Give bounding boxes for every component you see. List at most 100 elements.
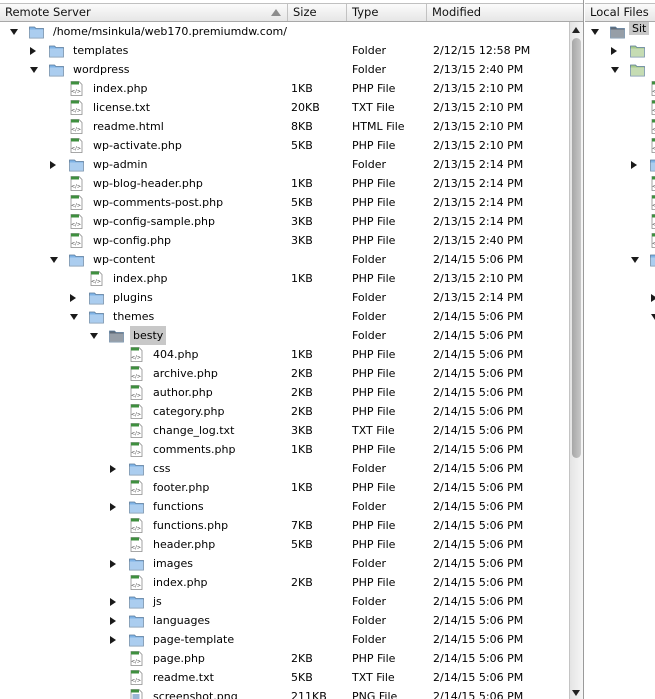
table-row[interactable]: </> 404.php 1KB PHP File 2/14/15 5:06 PM xyxy=(0,345,569,364)
list-item[interactable]: </> xyxy=(585,98,655,117)
list-item[interactable]: </> xyxy=(585,459,655,478)
column-name-header[interactable]: Remote Server xyxy=(0,4,288,21)
list-item[interactable] xyxy=(585,288,655,307)
column-modified-header[interactable]: Modified xyxy=(427,4,583,21)
list-item[interactable]: </> xyxy=(585,326,655,345)
table-row[interactable]: </> category.php 2KB PHP File 2/14/15 5:06 P… xyxy=(0,402,569,421)
disclosure-closed-icon[interactable] xyxy=(651,294,655,302)
list-item[interactable]: </> xyxy=(585,668,655,687)
list-item[interactable]: </> xyxy=(585,478,655,497)
table-row[interactable]: js Folder 2/14/15 5:06 PM xyxy=(0,592,569,611)
list-item[interactable]: </> xyxy=(585,117,655,136)
disclosure-closed-icon[interactable] xyxy=(611,47,617,55)
list-item[interactable]: </> xyxy=(585,231,655,250)
list-item[interactable] xyxy=(585,41,655,60)
table-row[interactable]: </> functions.php 7KB PHP File 2/14/15 5:06 … xyxy=(0,516,569,535)
list-item[interactable]: </> xyxy=(585,402,655,421)
table-row[interactable]: </> header.php 5KB PHP File 2/14/15 5:06 PM xyxy=(0,535,569,554)
disclosure-closed-icon[interactable] xyxy=(110,636,116,644)
table-row[interactable]: </> wp-config.php 3KB PHP File 2/13/15 2:40 … xyxy=(0,231,569,250)
list-item[interactable]: </> xyxy=(585,592,655,611)
table-row[interactable]: </> index.php 1KB PHP File 2/13/15 2:10 PM xyxy=(0,269,569,288)
disclosure-closed-icon[interactable] xyxy=(110,503,116,511)
table-row[interactable]: </> wp-activate.php 5KB PHP File 2/13/15 2:1… xyxy=(0,136,569,155)
table-row[interactable]: </> comments.php 1KB PHP File 2/14/15 5:06 P… xyxy=(0,440,569,459)
list-item[interactable]: </> xyxy=(585,573,655,592)
disclosure-open-icon[interactable] xyxy=(70,314,78,320)
table-row[interactable]: </> page.php 2KB PHP File 2/14/15 5:06 PM xyxy=(0,649,569,668)
disclosure-open-icon[interactable] xyxy=(651,314,655,320)
list-item[interactable]: </> xyxy=(585,687,655,699)
list-item[interactable]: </> xyxy=(585,421,655,440)
table-row[interactable]: images Folder 2/14/15 5:06 PM xyxy=(0,554,569,573)
list-item[interactable]: </> xyxy=(585,649,655,668)
list-item[interactable]: </> xyxy=(585,611,655,630)
column-type-header[interactable]: Type xyxy=(347,4,427,21)
table-row[interactable]: </> index.php 2KB PHP File 2/14/15 5:06 PM xyxy=(0,573,569,592)
table-row[interactable]: functions Folder 2/14/15 5:06 PM xyxy=(0,497,569,516)
table-row[interactable]: templates Folder 2/12/15 12:58 PM xyxy=(0,41,569,60)
table-row[interactable]: </> wp-blog-header.php 1KB PHP File 2/13/15 … xyxy=(0,174,569,193)
table-row[interactable]: /home/msinkula/web170.premiumdw.com/ xyxy=(0,22,569,41)
list-item[interactable]: </> xyxy=(585,136,655,155)
table-row[interactable]: wp-admin Folder 2/13/15 2:14 PM xyxy=(0,155,569,174)
table-row[interactable]: </> readme.html 8KB HTML File 2/13/15 2:10 P… xyxy=(0,117,569,136)
table-row[interactable]: </> wp-config-sample.php 3KB PHP File 2/13/1… xyxy=(0,212,569,231)
list-item[interactable]: </> xyxy=(585,383,655,402)
table-row[interactable]: besty Folder 2/14/15 5:06 PM xyxy=(0,326,569,345)
disclosure-closed-icon[interactable] xyxy=(50,161,56,169)
table-row[interactable]: wordpress Folder 2/13/15 2:40 PM xyxy=(0,60,569,79)
disclosure-open-icon[interactable] xyxy=(631,257,639,263)
disclosure-open-icon[interactable] xyxy=(30,67,38,73)
disclosure-closed-icon[interactable] xyxy=(631,161,637,169)
list-item[interactable] xyxy=(585,307,655,326)
table-row[interactable]: </> wp-comments-post.php 5KB PHP File 2/13/1… xyxy=(0,193,569,212)
table-row[interactable]: wp-content Folder 2/14/15 5:06 PM xyxy=(0,250,569,269)
list-item[interactable]: Sit xyxy=(585,22,655,41)
scrollbar-thumb[interactable] xyxy=(572,38,581,458)
disclosure-open-icon[interactable] xyxy=(591,29,599,35)
list-item[interactable] xyxy=(585,440,655,459)
disclosure-closed-icon[interactable] xyxy=(70,294,76,302)
list-item[interactable] xyxy=(585,155,655,174)
table-row[interactable]: </> author.php 2KB PHP File 2/14/15 5:06 PM xyxy=(0,383,569,402)
list-item[interactable] xyxy=(585,60,655,79)
table-row[interactable]: screenshot.png 211KB PNG File 2/14/15 5:06 … xyxy=(0,687,569,699)
table-row[interactable]: languages Folder 2/14/15 5:06 PM xyxy=(0,611,569,630)
list-item[interactable]: </> xyxy=(585,497,655,516)
list-item[interactable]: </> xyxy=(585,535,655,554)
disclosure-open-icon[interactable] xyxy=(10,29,18,35)
table-row[interactable]: css Folder 2/14/15 5:06 PM xyxy=(0,459,569,478)
column-size-header[interactable]: Size xyxy=(288,4,347,21)
table-row[interactable]: </> footer.php 1KB PHP File 2/14/15 5:06 PM xyxy=(0,478,569,497)
disclosure-open-icon[interactable] xyxy=(90,333,98,339)
list-item[interactable]: </> xyxy=(585,516,655,535)
list-item[interactable]: </> xyxy=(585,79,655,98)
list-item[interactable] xyxy=(585,250,655,269)
disclosure-closed-icon[interactable] xyxy=(110,465,116,473)
disclosure-closed-icon[interactable] xyxy=(110,617,116,625)
list-item[interactable]: </> xyxy=(585,269,655,288)
scroll-down-arrow-icon[interactable] xyxy=(572,690,580,696)
table-row[interactable]: plugins Folder 2/13/15 2:14 PM xyxy=(0,288,569,307)
list-item[interactable]: </> xyxy=(585,174,655,193)
local-files-header[interactable]: Local Files xyxy=(585,4,655,21)
table-row[interactable]: themes Folder 2/14/15 5:06 PM xyxy=(0,307,569,326)
remote-vertical-scrollbar[interactable] xyxy=(569,22,583,699)
disclosure-open-icon[interactable] xyxy=(611,67,619,73)
list-item[interactable]: </> xyxy=(585,630,655,649)
disclosure-closed-icon[interactable] xyxy=(110,560,116,568)
disclosure-open-icon[interactable] xyxy=(50,257,58,263)
disclosure-closed-icon[interactable] xyxy=(110,598,116,606)
list-item[interactable]: </> xyxy=(585,364,655,383)
table-row[interactable]: </> readme.txt 5KB TXT File 2/14/15 5:06 PM xyxy=(0,668,569,687)
disclosure-closed-icon[interactable] xyxy=(30,47,36,55)
list-item[interactable]: </> xyxy=(585,193,655,212)
table-row[interactable]: </> change_log.txt 3KB TXT File 2/14/15 5:06… xyxy=(0,421,569,440)
table-row[interactable]: page-template Folder 2/14/15 5:06 PM xyxy=(0,630,569,649)
list-item[interactable]: </> xyxy=(585,345,655,364)
table-row[interactable]: </> archive.php 2KB PHP File 2/14/15 5:06 PM xyxy=(0,364,569,383)
table-row[interactable]: </> license.txt 20KB TXT File 2/13/15 2:10 P… xyxy=(0,98,569,117)
scroll-up-arrow-icon[interactable] xyxy=(572,27,580,33)
list-item[interactable]: </> xyxy=(585,212,655,231)
